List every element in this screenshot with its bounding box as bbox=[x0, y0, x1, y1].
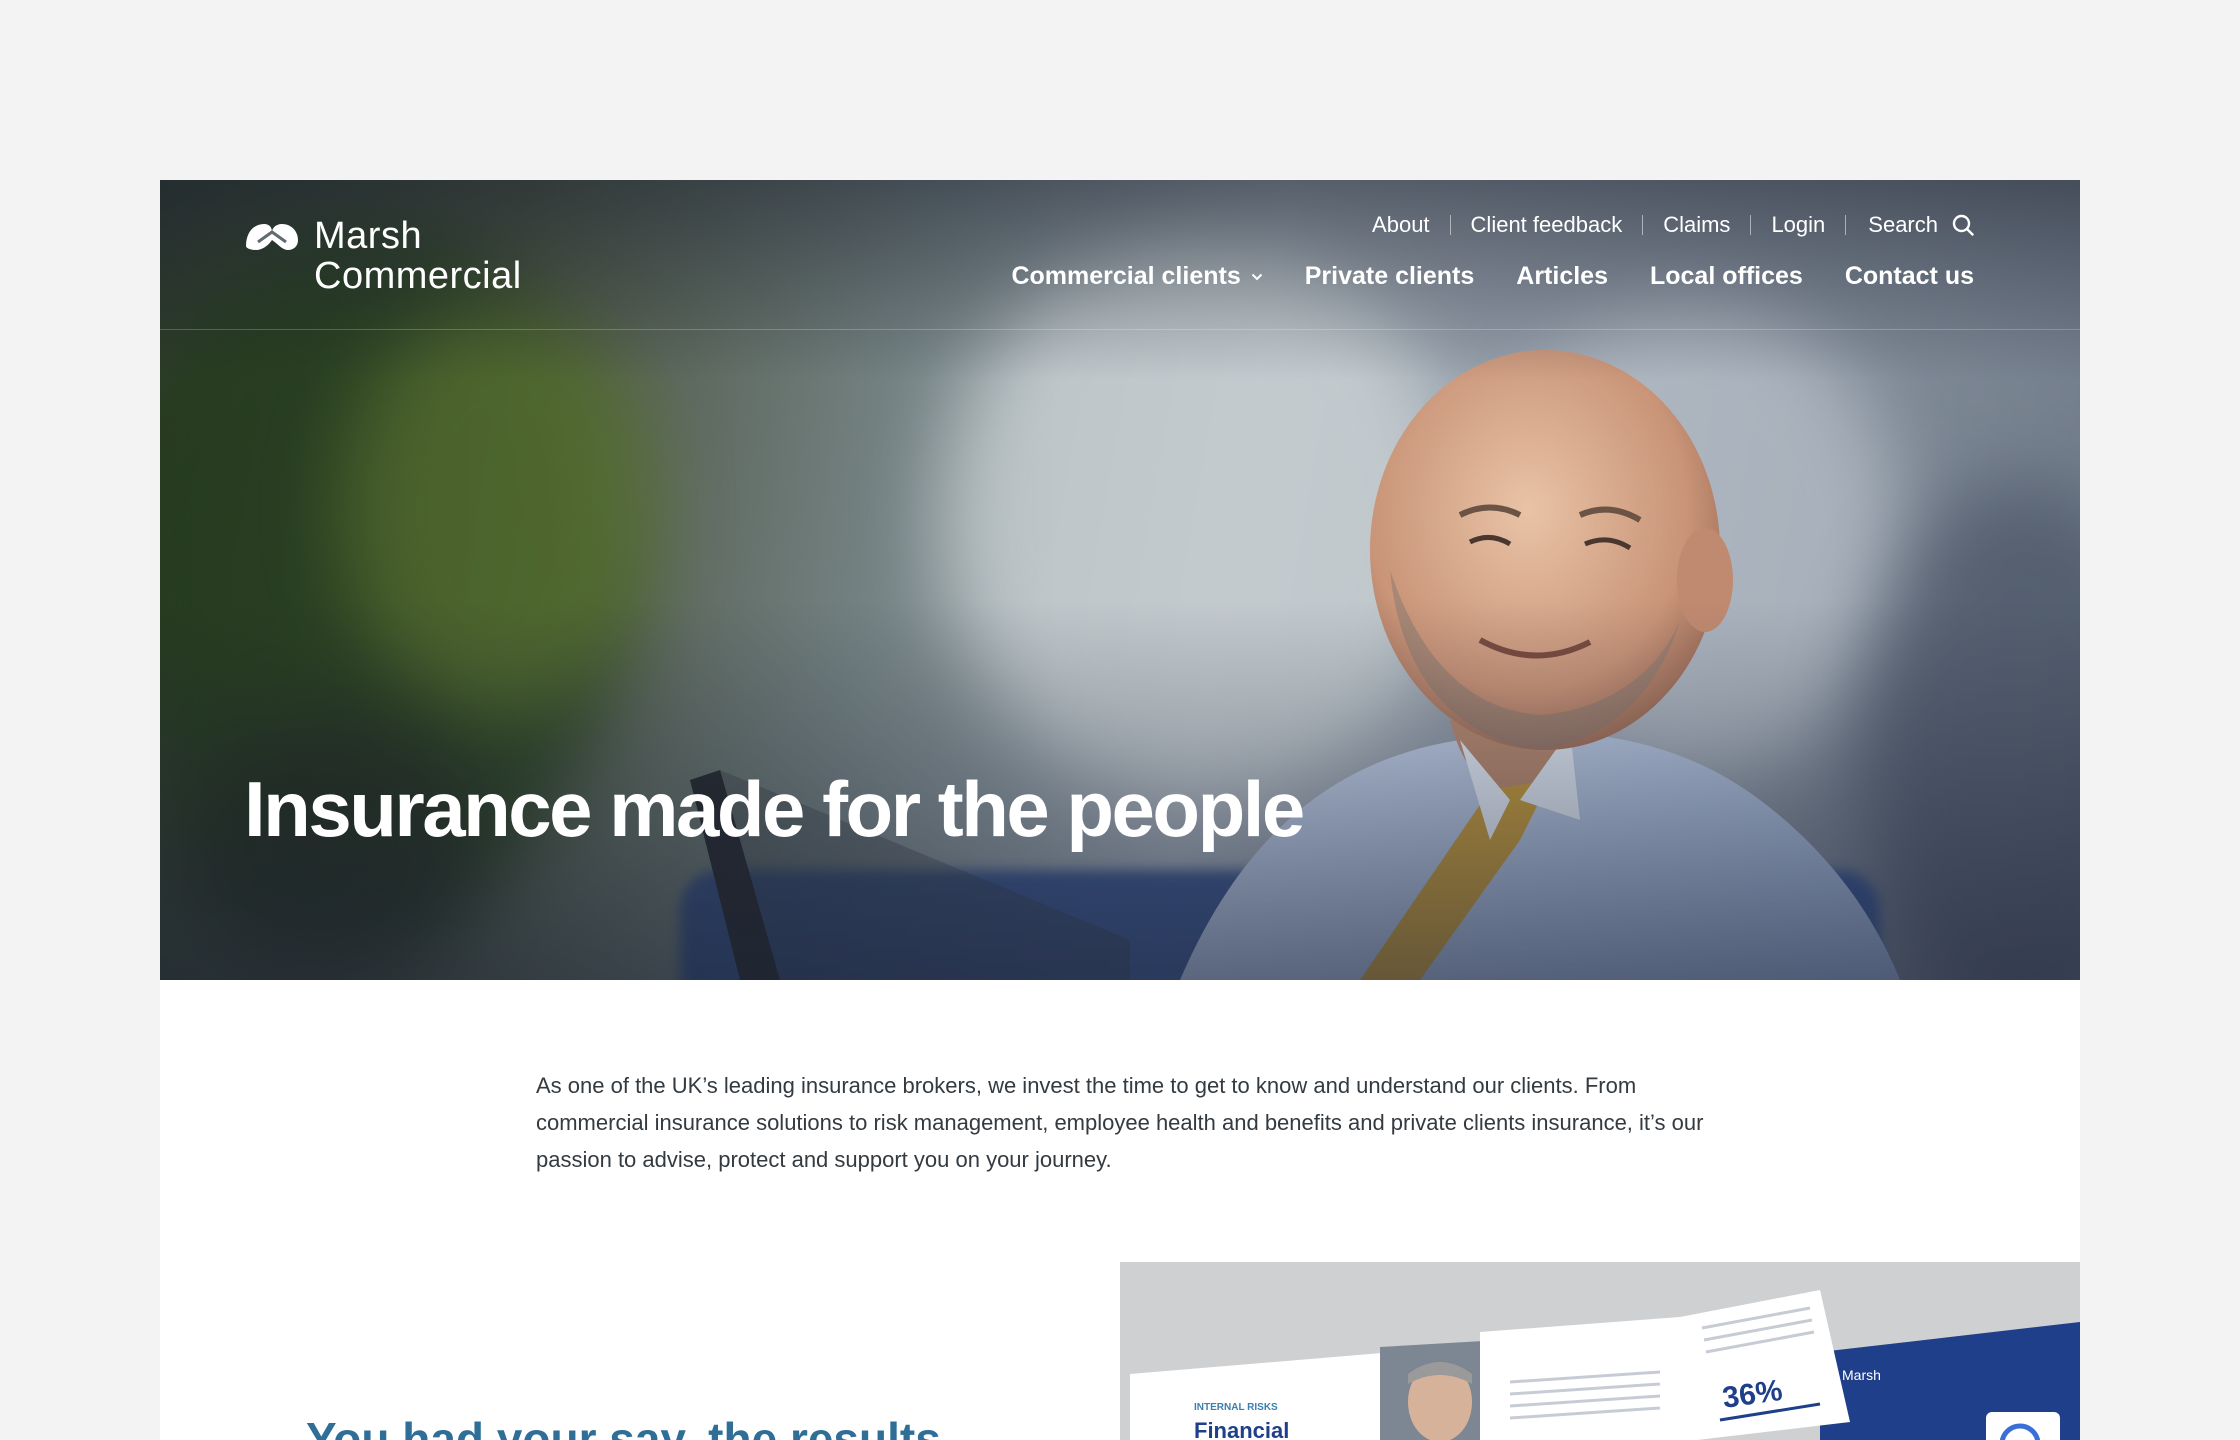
brand-logo[interactable]: Marsh Commercial bbox=[244, 216, 522, 296]
main-nav: Commercial clients Private clients Artic… bbox=[1011, 262, 1974, 291]
utility-link-client-feedback[interactable]: Client feedback bbox=[1451, 212, 1643, 238]
utility-link-login[interactable]: Login bbox=[1751, 212, 1845, 238]
intro-paragraph: As one of the UK’s leading insurance bro… bbox=[536, 1073, 1704, 1172]
report-label: INTERNAL RISKS bbox=[1194, 1402, 1278, 1413]
report-image[interactable]: INTERNAL RISKS Financial 36% Marsh bbox=[1120, 1262, 2080, 1440]
brand-wordmark: Marsh Commercial bbox=[314, 216, 522, 296]
hero-banner: Marsh Commercial About Client feedback C… bbox=[160, 180, 2080, 980]
search-button[interactable]: Search bbox=[1846, 212, 1974, 238]
header-divider bbox=[160, 329, 2080, 330]
search-icon bbox=[1952, 214, 1974, 236]
search-label: Search bbox=[1868, 212, 1938, 237]
page: Marsh Commercial About Client feedback C… bbox=[160, 180, 2080, 1440]
report-title: Financial bbox=[1194, 1418, 1289, 1440]
nav-articles[interactable]: Articles bbox=[1516, 262, 1608, 291]
utility-link-claims[interactable]: Claims bbox=[1643, 212, 1750, 238]
brand-line-2: Commercial bbox=[314, 255, 522, 297]
utility-link-about[interactable]: About bbox=[1352, 212, 1450, 238]
promo-heading: You had your say, the results bbox=[306, 1413, 941, 1440]
report-brochure-illustration: INTERNAL RISKS Financial 36% Marsh bbox=[1120, 1262, 2080, 1440]
hero-title: Insurance made for the people bbox=[244, 765, 1305, 853]
report-brand: Marsh bbox=[1842, 1367, 1881, 1383]
nav-commercial-clients[interactable]: Commercial clients bbox=[1011, 262, 1262, 291]
nav-private-clients[interactable]: Private clients bbox=[1305, 262, 1475, 291]
logo-mark-icon bbox=[246, 224, 298, 250]
utility-nav: About Client feedback Claims Login Searc… bbox=[1352, 212, 1974, 238]
nav-contact-us[interactable]: Contact us bbox=[1845, 262, 1974, 291]
brand-line-1: Marsh bbox=[314, 215, 423, 257]
nav-local-offices[interactable]: Local offices bbox=[1650, 262, 1803, 291]
nav-commercial-clients-label: Commercial clients bbox=[1011, 262, 1241, 290]
chevron-down-icon bbox=[1251, 273, 1262, 280]
